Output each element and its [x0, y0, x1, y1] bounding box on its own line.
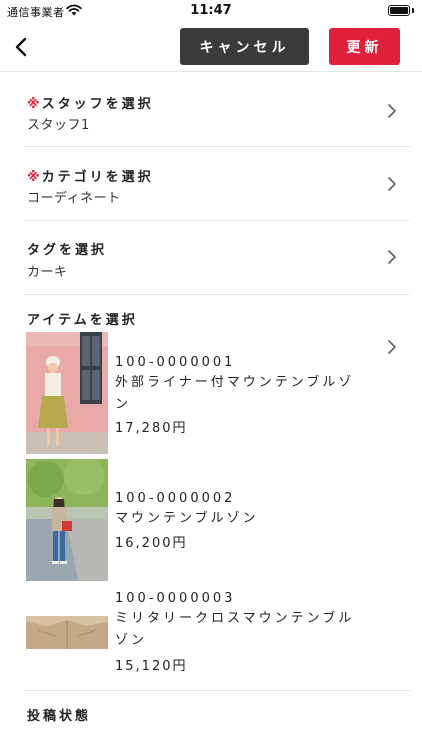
staff-select-row[interactable]: ※ スタッフを選択 スタッフ1: [24, 73, 410, 147]
item-name: ミリタリークロスマウンテンブルゾン: [115, 611, 355, 648]
update-button[interactable]: 更新: [329, 28, 400, 65]
status-time: 11:47: [190, 3, 232, 18]
item-code: 100-0000003: [115, 591, 236, 606]
item-photo: [26, 459, 108, 581]
tag-select-row[interactable]: タグを選択 カーキ: [24, 221, 410, 295]
back-arrow-icon[interactable]: [8, 30, 38, 64]
list-item: 100-0000003 ミリタリークロスマウンテンブルゾン 15,120円: [25, 588, 385, 684]
status-bar: 通信事業者 11:47: [0, 0, 422, 22]
category-select-row[interactable]: ※ カテゴリを選択 コーディネート: [24, 147, 410, 221]
item-name: マウンテンブルゾン: [115, 511, 259, 526]
item-photo: [26, 332, 108, 454]
item-code: 100-0000001: [115, 355, 236, 370]
tag-row-title: タグを選択: [27, 243, 108, 258]
tag-row-value: カーキ: [27, 265, 68, 280]
chevron-right-icon: [388, 250, 396, 264]
required-mark: ※: [27, 170, 40, 185]
item-price: 15,120円: [115, 659, 188, 674]
item-photo: [26, 616, 108, 649]
category-row-title: ※ カテゴリを選択: [27, 170, 154, 185]
staff-row-value: スタッフ1: [27, 118, 90, 133]
staff-row-title: ※ スタッフを選択: [27, 97, 154, 112]
battery-icon: [388, 5, 410, 16]
item-code: 100-0000002: [115, 491, 236, 506]
item-price: 17,280円: [115, 421, 188, 436]
list-item: 100-0000001 外部ライナー付マウンテンブルゾン 17,280円: [25, 332, 385, 456]
item-price: 16,200円: [115, 536, 188, 551]
item-name: 外部ライナー付マウンテンブルゾン: [115, 375, 355, 412]
chevron-right-icon: [388, 177, 396, 191]
post-status-title: 投稿状態: [27, 709, 92, 724]
chevron-right-icon: [388, 104, 396, 118]
chevron-right-icon: [388, 340, 396, 354]
list-item: 100-0000002 マウンテンブルゾン 16,200円: [25, 459, 385, 583]
required-mark: ※: [27, 97, 40, 112]
nav-bar: キャンセル 更新: [0, 22, 422, 72]
cancel-button[interactable]: キャンセル: [180, 28, 309, 65]
category-row-value: コーディネート: [27, 191, 121, 206]
item-row-title: アイテムを選択: [27, 313, 138, 328]
